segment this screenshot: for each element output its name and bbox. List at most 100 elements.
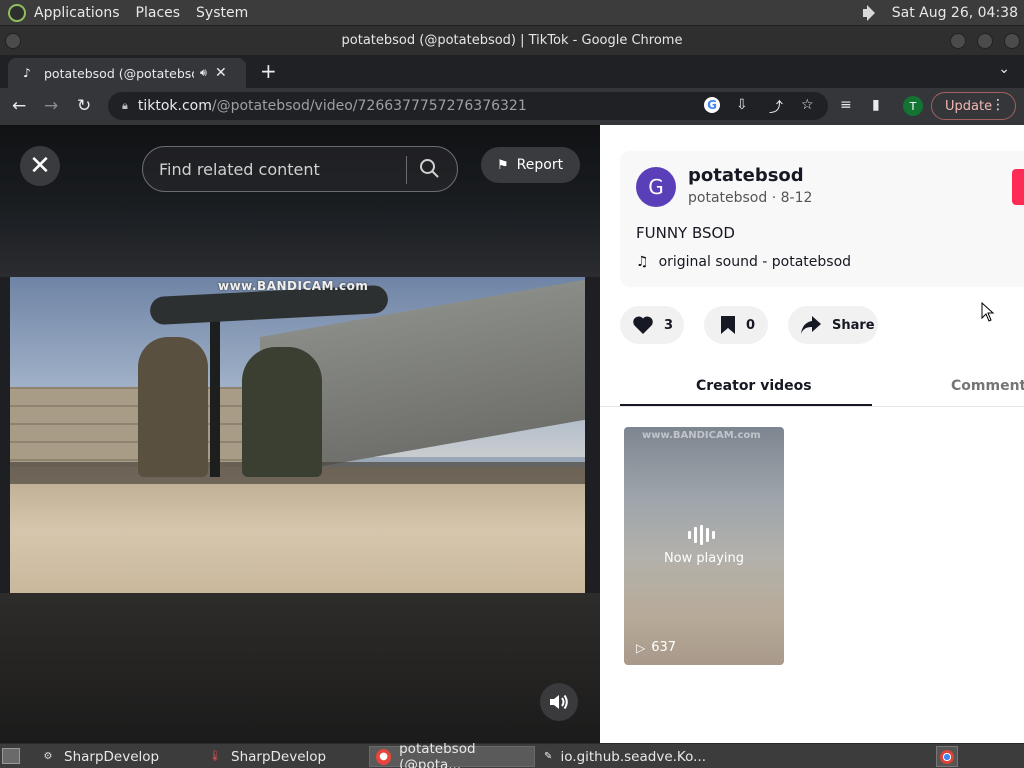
window-title: potatebsod (@potatebsod) | TikTok - Goog… bbox=[341, 33, 683, 48]
bookmark-icon bbox=[721, 316, 735, 334]
google-icon[interactable]: G bbox=[704, 97, 720, 113]
install-app-icon[interactable]: ⇩ bbox=[736, 97, 748, 113]
clock[interactable]: Sat Aug 26, 04:38 bbox=[892, 5, 1018, 21]
details-pane: G potatebsod potatebsod · 8-12 FUNNY BSO… bbox=[600, 125, 1024, 743]
details-tabs: Creator videos Comments bbox=[600, 373, 1024, 407]
volume-icon[interactable] bbox=[862, 4, 880, 21]
follow-button[interactable] bbox=[1012, 169, 1024, 205]
back-icon[interactable]: ← bbox=[12, 96, 26, 116]
video-player[interactable]: ✕ Find related content ⚑ Report www.BAND… bbox=[0, 125, 600, 743]
taskbar-item-label: SharpDevelop bbox=[231, 748, 327, 765]
search-icon[interactable] bbox=[419, 158, 439, 178]
tab-audio-icon[interactable]: 🔊︎ bbox=[200, 66, 207, 80]
video-figure-left bbox=[138, 337, 208, 477]
sound-link[interactable]: ♫ original sound - potatebsod bbox=[636, 254, 851, 270]
close-video-button[interactable]: ✕ bbox=[20, 146, 60, 186]
search-divider bbox=[406, 156, 407, 184]
report-button[interactable]: ⚑ Report bbox=[481, 147, 580, 183]
thermometer-icon: 🌡︎ bbox=[208, 751, 222, 762]
now-playing-label: Now playing bbox=[663, 551, 745, 566]
taskbar: ⚙ SharpDevelop 🌡︎ SharpDevelop ● potateb… bbox=[0, 741, 1024, 768]
flag-icon: ⚑ bbox=[497, 157, 509, 173]
places-menu[interactable]: Places bbox=[136, 5, 181, 21]
lock-icon[interactable]: 🔒︎ bbox=[122, 99, 128, 113]
tab-search-chevron-icon[interactable]: ⌄ bbox=[998, 61, 1010, 77]
taskbar-item-sharpdevelop-1[interactable]: ⚙ SharpDevelop bbox=[34, 746, 194, 767]
forward-icon[interactable]: → bbox=[44, 96, 58, 116]
now-playing-wave-icon bbox=[688, 525, 715, 545]
save-count: 0 bbox=[746, 317, 756, 333]
video-caption: FUNNY BSOD bbox=[636, 224, 735, 242]
tray-chrome-icon[interactable] bbox=[936, 746, 958, 767]
tab-creator-videos[interactable]: Creator videos bbox=[696, 378, 812, 394]
heart-icon bbox=[633, 316, 653, 334]
play-count-value: 637 bbox=[651, 640, 677, 655]
side-panel-icon[interactable]: ▮ bbox=[872, 97, 880, 113]
chrome-icon: ● bbox=[376, 748, 392, 765]
url-host: tiktok.com bbox=[137, 98, 212, 114]
active-tab-indicator bbox=[620, 404, 872, 406]
post-date: 8-12 bbox=[780, 190, 813, 206]
taskbar-item-chrome[interactable]: ● potatebsod (@pota... bbox=[369, 741, 535, 768]
like-button[interactable]: 3 bbox=[620, 306, 684, 344]
video-frame[interactable]: www.BANDICAM.com bbox=[10, 277, 585, 593]
report-label: Report bbox=[516, 157, 564, 173]
profile-avatar[interactable]: T bbox=[903, 96, 923, 116]
reload-icon[interactable]: ↻ bbox=[77, 96, 91, 116]
update-button[interactable]: Update ⋮ bbox=[931, 92, 1016, 120]
volume-button[interactable] bbox=[540, 683, 578, 721]
video-tripod bbox=[210, 317, 220, 477]
video-watermark: www.BANDICAM.com bbox=[218, 279, 369, 293]
taskbar-item-label: io.github.seadve.Ko... bbox=[560, 748, 707, 765]
like-count: 3 bbox=[664, 317, 674, 333]
video-thumbnail[interactable]: www.BANDICAM.com Now playing ▷ 637 bbox=[624, 427, 784, 665]
tab-comments[interactable]: Comments bbox=[951, 378, 1024, 394]
close-window-button[interactable] bbox=[1004, 33, 1020, 49]
applications-menu[interactable]: Applications bbox=[34, 5, 120, 21]
system-menu[interactable]: System bbox=[196, 5, 248, 21]
address-bar[interactable]: 🔒︎ tiktok.com/@potatebsod/video/72663777… bbox=[108, 92, 828, 120]
media-controls-icon[interactable]: ≡ bbox=[840, 97, 852, 113]
tab-close-icon[interactable]: ✕ bbox=[215, 65, 227, 81]
top-panel: Applications Places System Sat Aug 26, 0… bbox=[0, 0, 1024, 25]
author-name[interactable]: potatebsod bbox=[688, 165, 804, 186]
save-button[interactable]: 0 bbox=[704, 306, 768, 344]
screen: Applications Places System Sat Aug 26, 0… bbox=[0, 0, 1024, 768]
show-desktop-icon[interactable] bbox=[2, 748, 20, 764]
share-button[interactable]: Share bbox=[788, 306, 878, 344]
gear-icon: ⚙ bbox=[43, 751, 53, 762]
play-icon: ▷ bbox=[636, 640, 646, 655]
author-meta: potatebsod · 8-12 bbox=[688, 190, 813, 206]
video-figure-right bbox=[242, 347, 322, 477]
tiktok-favicon-icon: ♪ bbox=[23, 66, 31, 80]
taskbar-item-editor[interactable]: ✎ io.github.seadve.Ko... bbox=[538, 746, 706, 767]
taskbar-item-label: SharpDevelop bbox=[64, 748, 160, 765]
author-card: G potatebsod potatebsod · 8-12 FUNNY BSO… bbox=[620, 151, 1024, 287]
video-ground bbox=[10, 467, 585, 593]
sound-title: original sound - potatebsod bbox=[658, 254, 852, 270]
url-path: /@potatebsod/video/7266377757276376321 bbox=[211, 98, 527, 114]
bookmark-star-icon[interactable]: ☆ bbox=[801, 97, 814, 113]
thumbnail-watermark: www.BANDICAM.com bbox=[642, 430, 761, 441]
update-label: Update bbox=[945, 98, 993, 114]
speaker-icon bbox=[550, 694, 568, 710]
maximize-button[interactable] bbox=[977, 33, 993, 49]
related-content-search[interactable]: Find related content bbox=[142, 146, 458, 192]
minimize-button[interactable] bbox=[950, 33, 966, 49]
author-handle[interactable]: potatebsod bbox=[688, 190, 767, 206]
window-titlebar[interactable]: potatebsod (@potatebsod) | TikTok - Goog… bbox=[0, 25, 1024, 55]
video-backdrop-bottom bbox=[0, 593, 600, 743]
chrome-menu-icon[interactable]: ⋮ bbox=[991, 97, 1005, 113]
share-arrow-icon bbox=[801, 316, 821, 334]
browser-tab[interactable]: ♪ potatebsod (@potatebsod 🔊︎ ✕ bbox=[8, 58, 246, 88]
taskbar-item-sharpdevelop-2[interactable]: 🌡︎ SharpDevelop bbox=[201, 746, 361, 767]
avatar[interactable]: G bbox=[636, 167, 676, 207]
music-note-icon: ♫ bbox=[636, 254, 649, 270]
share-icon[interactable]: ⤴ bbox=[769, 97, 783, 117]
new-tab-icon[interactable]: + bbox=[260, 59, 277, 83]
text-editor-icon: ✎ bbox=[544, 751, 553, 762]
tab-strip: ♪ potatebsod (@potatebsod 🔊︎ ✕ + ⌄ bbox=[0, 55, 1024, 88]
window-menu-button[interactable] bbox=[5, 33, 21, 49]
tab-title: potatebsod (@potatebsod bbox=[44, 65, 194, 81]
distro-logo-icon[interactable] bbox=[8, 3, 26, 22]
